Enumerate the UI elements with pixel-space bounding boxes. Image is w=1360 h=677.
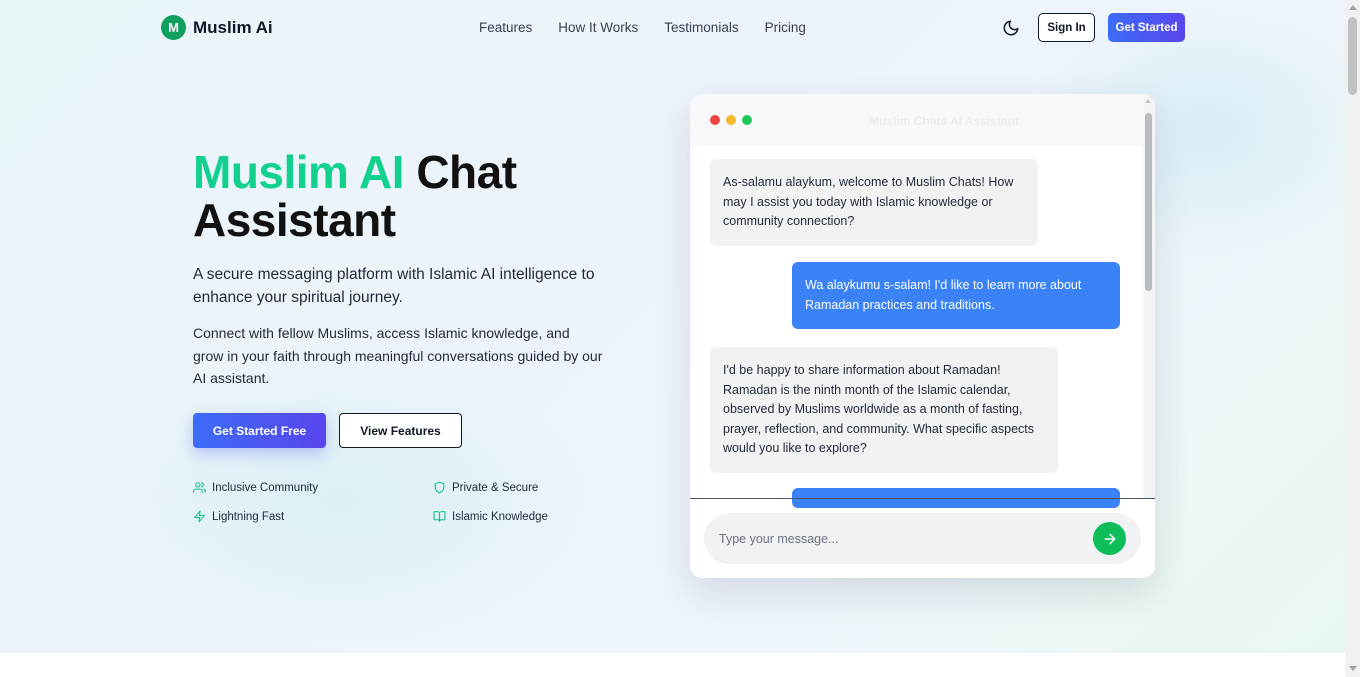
nav-how-it-works[interactable]: How It Works <box>558 20 638 35</box>
hero-title-accent: Muslim AI <box>193 146 405 198</box>
get-started-button[interactable]: Get Started <box>1108 13 1185 42</box>
message-input[interactable] <box>719 527 1079 551</box>
hero-title: Muslim AI Chat Assistant <box>193 148 517 244</box>
chat-input-bar <box>704 513 1141 564</box>
scroll-up-icon[interactable] <box>1349 5 1357 10</box>
hero-body: Connect with fellow Muslims, access Isla… <box>193 325 603 386</box>
nav-features[interactable]: Features <box>479 20 532 35</box>
chat-window: Muslim Chats AI Assistant As-salamu alay… <box>690 94 1155 578</box>
feature-label: Private & Secure <box>452 481 539 494</box>
view-features-button[interactable]: View Features <box>339 413 462 448</box>
chat-scrollbar[interactable] <box>1143 94 1155 498</box>
feature-inclusive-community: Inclusive Community <box>193 481 318 494</box>
chat-title: Muslim Chats AI Assistant <box>869 114 1019 128</box>
arrow-right-icon <box>1104 533 1115 544</box>
feature-private-secure: Private & Secure <box>433 481 538 494</box>
send-button[interactable] <box>1093 522 1126 555</box>
shield-icon <box>434 481 445 494</box>
nav-testimonials[interactable]: Testimonials <box>664 20 738 35</box>
logo[interactable]: M Muslim Ai <box>161 15 273 40</box>
hero-subtitle: A secure messaging platform with Islamic… <box>193 266 595 306</box>
users-icon <box>193 482 206 493</box>
chat-scroll-thumb[interactable] <box>1145 113 1152 291</box>
chat-divider <box>690 498 1155 499</box>
message-bot: I'd be happy to share information about … <box>710 347 1058 473</box>
feature-label: Islamic Knowledge <box>452 510 548 523</box>
feature-islamic-knowledge: Islamic Knowledge <box>433 510 548 523</box>
hero-title-rest: Chat <box>416 146 517 198</box>
page-scrollbar[interactable] <box>1345 0 1360 677</box>
moon-icon[interactable] <box>1002 19 1020 37</box>
scroll-down-icon[interactable] <box>1349 666 1357 671</box>
nav-pricing[interactable]: Pricing <box>765 20 806 35</box>
get-started-free-button[interactable]: Get Started Free <box>193 413 326 448</box>
feature-lightning-fast: Lightning Fast <box>193 510 284 523</box>
feature-label: Lightning Fast <box>212 510 285 523</box>
brand-name: Muslim Ai <box>193 17 273 37</box>
main-nav: Features How It Works Testimonials Prici… <box>479 20 806 35</box>
message-bot: As-salamu alaykum, welcome to Muslim Cha… <box>710 159 1038 246</box>
hero-title-line2: Assistant <box>193 194 396 246</box>
scroll-up-icon[interactable] <box>1145 99 1151 103</box>
page-scroll-thumb[interactable] <box>1348 17 1357 95</box>
chat-titlebar: Muslim Chats AI Assistant <box>690 94 1155 146</box>
message-user: Wa alaykumu s-salam! I'd like to learn m… <box>792 262 1120 329</box>
book-icon <box>433 511 446 522</box>
feature-label: Inclusive Community <box>212 481 319 494</box>
sign-in-button[interactable]: Sign In <box>1038 13 1095 42</box>
lightning-icon <box>194 510 205 523</box>
logo-mark: M <box>161 15 186 40</box>
